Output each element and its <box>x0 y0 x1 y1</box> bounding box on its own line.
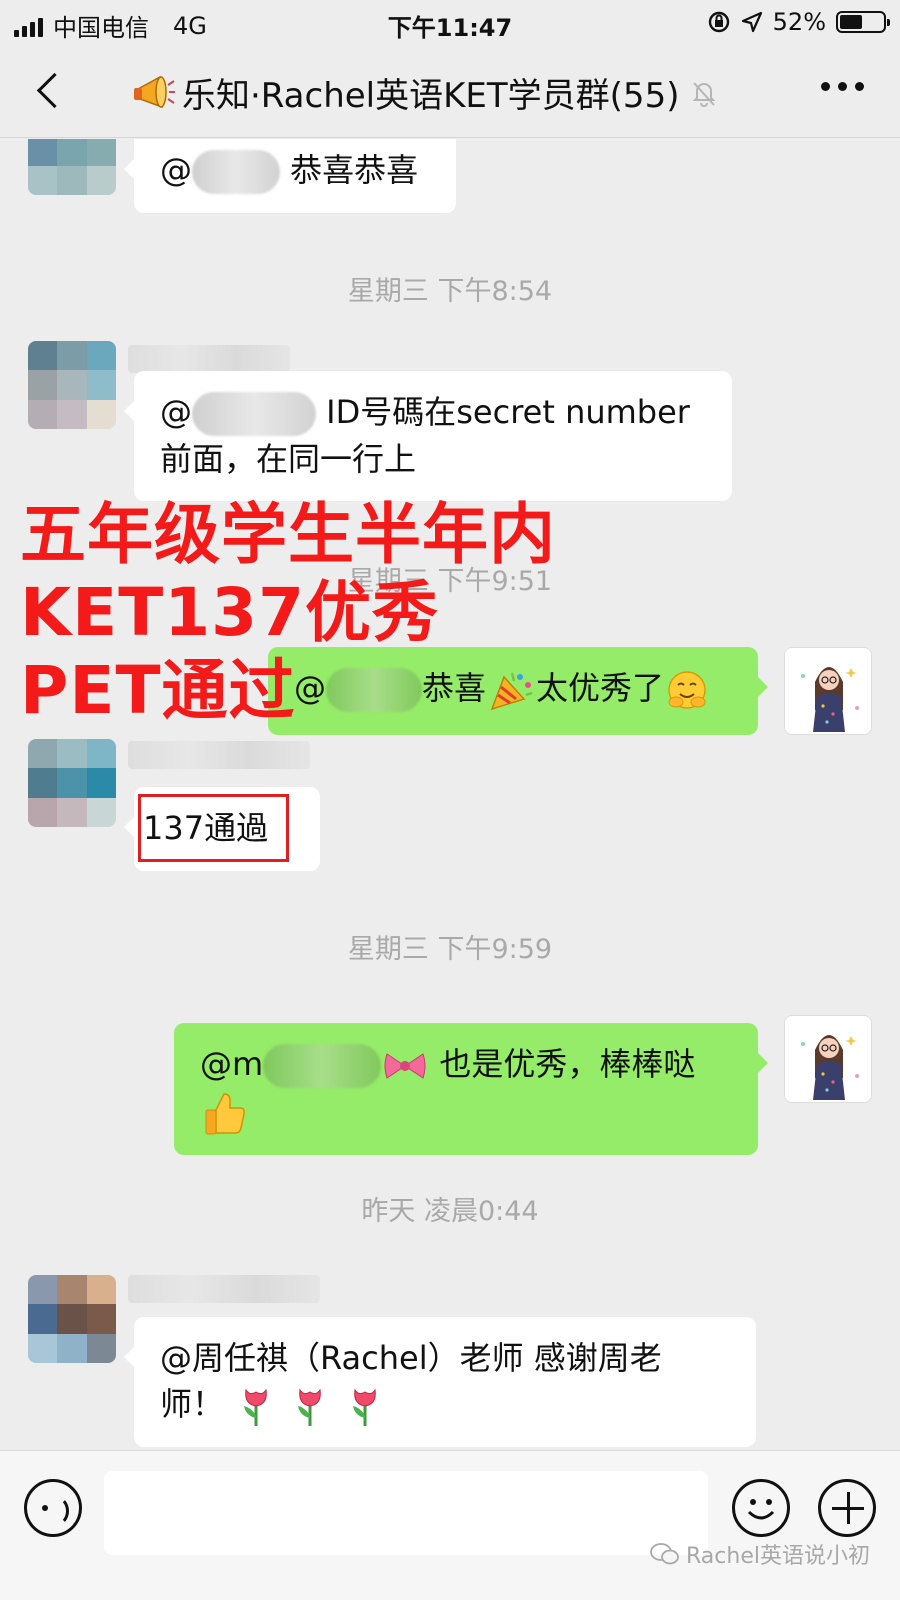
message-text: 也是优秀，棒棒哒 <box>439 1045 696 1083</box>
overlay-line: 五年级学生半年内 <box>20 496 556 573</box>
status-bar: 中国电信 4G 下午11:47 52% <box>0 0 900 46</box>
chat-header: 乐知·Rachel英语KET学员群(55) <box>0 46 900 138</box>
rotation-lock-icon <box>708 11 729 33</box>
hugging-face-icon <box>668 671 706 709</box>
battery-icon <box>836 11 890 33</box>
promo-overlay-text: 五年级学生半年内 KET137优秀 PET通过 <box>20 496 556 730</box>
mention-prefix: @ <box>160 393 192 431</box>
message-bubble[interactable]: @ ID号碼在secret number 前面，在同一行上 <box>124 371 732 501</box>
emoji-smile-icon[interactable] <box>732 1479 790 1537</box>
message-text-line1: @周任祺（Rachel）老师 感谢周老 <box>160 1339 662 1377</box>
avatar[interactable] <box>28 1275 116 1363</box>
battery-fill <box>840 15 862 29</box>
sender-name-redacted <box>128 741 310 769</box>
mention-prefix: @ <box>160 151 192 189</box>
voice-icon[interactable] <box>24 1479 82 1537</box>
redacted-name <box>263 1044 382 1088</box>
message-bubble[interactable]: 137通過 <box>124 787 320 871</box>
redacted-name <box>192 150 280 194</box>
signal-icon <box>14 15 43 37</box>
group-title-text: 乐知·Rachel英语KET学员群(55) <box>182 76 680 116</box>
status-left: 中国电信 4G <box>14 8 207 43</box>
girl-avatar-icon <box>785 1016 871 1102</box>
message-text-line2: 前面，在同一行上 <box>160 440 417 478</box>
overlay-line: KET137优秀 <box>20 574 440 651</box>
message-bubble-self[interactable]: @m 也是优秀，棒棒哒 <box>174 1023 768 1155</box>
message-input[interactable] <box>104 1471 708 1555</box>
status-right: 52% <box>707 8 890 36</box>
timestamp: 星期三 下午8:54 <box>347 276 553 307</box>
watermark-text: Rachel英语说小初 <box>686 1544 870 1569</box>
overlay-line: PET通过 <box>20 652 296 729</box>
avatar[interactable] <box>28 139 116 195</box>
message-bubble[interactable]: @ 恭喜恭喜 <box>124 139 456 213</box>
plus-circle-icon[interactable] <box>818 1479 876 1537</box>
watermark: Rachel英语说小初 <box>650 1538 870 1570</box>
input-bar <box>0 1450 900 1600</box>
mute-bell-icon <box>693 81 716 107</box>
thumbs-up-icon <box>205 1093 245 1135</box>
message-text: 恭喜恭喜 <box>290 151 419 189</box>
message-text-line2: 师！ <box>160 1385 225 1423</box>
redacted-name <box>192 392 316 436</box>
tulip-icon <box>298 1388 322 1426</box>
timestamp: 昨天 凌晨0:44 <box>361 1196 539 1227</box>
tulip-icon <box>352 1388 376 1426</box>
back-chevron-icon[interactable] <box>32 72 66 112</box>
wechat-icon <box>650 1543 679 1565</box>
tulip-icon <box>244 1388 267 1426</box>
sender-name-redacted <box>128 1275 320 1303</box>
avatar[interactable] <box>28 739 116 827</box>
girl-avatar-icon <box>785 648 871 734</box>
mention-prefix: @m <box>200 1045 264 1083</box>
ribbon-bow-icon <box>384 1053 426 1079</box>
sender-name-redacted <box>128 345 290 373</box>
location-icon <box>741 11 762 33</box>
highlight-box: 137通過 <box>138 794 290 862</box>
chat-messages[interactable]: @ 恭喜恭喜 星期三 下午8:54 @ ID号碼在secret number 前… <box>0 139 900 1479</box>
carrier-label: 中国电信 <box>53 14 149 42</box>
message-text-line1: ID号碼在secret number <box>326 393 690 431</box>
avatar[interactable] <box>28 341 116 429</box>
avatar-self[interactable] <box>784 1015 872 1103</box>
battery-percent: 52% <box>772 8 826 36</box>
more-dots-icon[interactable] <box>821 82 864 91</box>
message-text: 137通過 <box>143 809 269 847</box>
megaphone-icon <box>134 75 175 108</box>
network-label: 4G <box>173 11 207 40</box>
timestamp: 星期三 下午9:59 <box>347 934 553 965</box>
avatar-self[interactable] <box>784 647 872 735</box>
message-bubble[interactable]: @周任祺（Rachel）老师 感谢周老 师！ <box>124 1317 756 1447</box>
group-title[interactable]: 乐知·Rachel英语KET学员群(55) <box>130 68 719 117</box>
